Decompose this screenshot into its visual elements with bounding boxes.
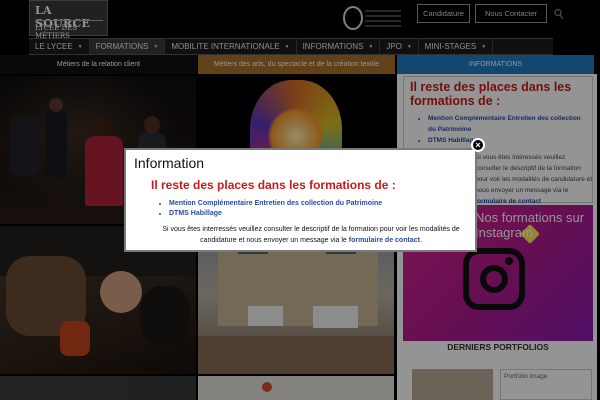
close-icon[interactable]: × bbox=[471, 138, 485, 152]
modal-list: Mention Complémentaire Entretien des col… bbox=[161, 199, 461, 219]
modal-text: Si vous êtes interressés veuillez consul… bbox=[162, 226, 460, 244]
information-modal: Information Il reste des places dans les… bbox=[124, 148, 477, 252]
modal-title: Information bbox=[134, 155, 205, 171]
modal-subtitle: Il reste des places dans les formations … bbox=[151, 178, 396, 192]
modal-contact-link[interactable]: formulaire de contact bbox=[349, 237, 420, 244]
modal-item-mention[interactable]: Mention Complémentaire Entretien des col… bbox=[169, 199, 461, 209]
modal-item-dtms[interactable]: DTMS Habillage bbox=[169, 209, 461, 219]
